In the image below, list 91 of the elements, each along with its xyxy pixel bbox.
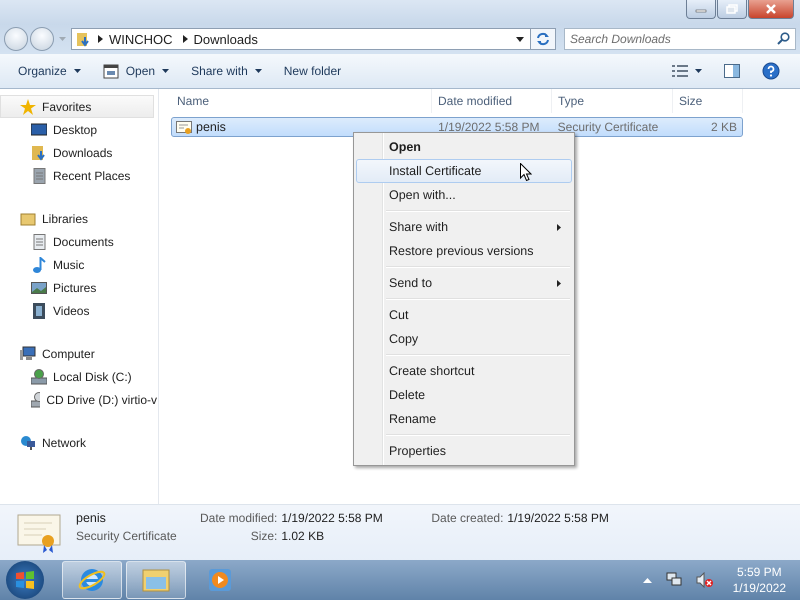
minimize-button[interactable] [686,0,716,19]
help-icon [762,62,780,80]
list-view-icon [672,65,688,77]
menu-item[interactable]: Open [356,135,572,159]
start-button[interactable] [6,561,44,599]
sidebar-item[interactable]: Videos [0,299,158,322]
table-cell-text: Security Certificate [556,120,660,134]
menu-item[interactable]: Cut [356,303,572,327]
table-cell-text: 2 KB [710,120,738,134]
drive-icon [31,392,40,408]
network-icon[interactable] [666,572,682,588]
file-type: Security Certificate [76,529,178,543]
chevron-up-icon[interactable] [642,578,652,582]
drive-icon [31,368,47,384]
property-label: Date created: [431,511,504,525]
submenu-arrow-icon [557,224,561,230]
sidebar-item[interactable]: Recent Places [0,164,158,187]
submenu-arrow-icon [557,280,561,286]
property-value: 1/19/2022 5:58 PM [281,511,384,525]
caret-icon[interactable] [516,36,524,42]
volume-muted-icon[interactable] [696,572,714,588]
property-label: Date modified: [200,511,278,525]
preview-pane-icon [724,64,740,78]
menu-item[interactable]: Open with... [356,183,572,207]
menu-item[interactable]: Create shortcut [356,359,572,383]
column-header[interactable]: Size [673,89,743,113]
column-header[interactable]: Type [552,89,673,113]
browser-icon[interactable] [62,561,122,599]
menu-item[interactable]: Copy [356,327,572,351]
menu-item[interactable]: Send to [356,271,572,295]
sidebar-item[interactable]: Network [0,431,158,454]
star-icon [20,98,36,114]
search-field[interactable]: Search Downloads [564,28,796,50]
sidebar-item[interactable]: Local Disk (C:) [0,365,158,388]
music-note-icon [31,256,47,272]
sidebar-item[interactable]: Downloads [0,141,158,164]
toolbar-button[interactable]: Share with [181,60,272,82]
caret-icon [695,69,702,73]
address-bar[interactable]: WINCHOC Downloads [71,28,531,50]
sidebar-item[interactable]: Music [0,253,158,276]
toolbar-button[interactable]: New folder [274,60,352,82]
toolbar-button[interactable]: Organize [8,60,91,82]
search-icon [777,32,790,45]
folder-icon [31,144,47,160]
column-header[interactable]: Date modified [432,89,552,113]
sidebar-item[interactable]: Documents [0,230,158,253]
image-icon [31,280,47,296]
breadcrumb[interactable]: WINCHOC [109,32,173,46]
close-icon [765,4,777,14]
sidebar-item[interactable]: CD Drive (D:) virtio-v [0,388,158,411]
refresh-button[interactable] [531,28,556,50]
document-icon [31,234,47,250]
menu-item[interactable]: Rename [356,407,572,431]
sidebar-item[interactable]: Desktop [0,118,158,141]
libraries-icon [20,210,36,226]
window-icon [102,63,119,79]
close-button[interactable] [748,0,794,19]
menu-item[interactable]: Delete [356,383,572,407]
certificate-icon [176,119,192,135]
chevron-icon[interactable] [98,35,103,43]
network-icon [20,434,36,450]
film-icon [31,302,47,318]
back-button[interactable] [4,27,28,51]
windows-logo [14,569,36,591]
breadcrumb[interactable]: Downloads [194,32,258,46]
mouse-cursor-icon [520,163,532,182]
refresh-icon [536,32,550,46]
forward-button[interactable] [30,27,54,51]
menu-item[interactable]: Properties [356,439,572,463]
document-icon [31,168,47,184]
sidebar-item[interactable]: Libraries [0,207,158,230]
restore-button[interactable] [717,0,747,19]
property-value: 1.02 KB [281,529,326,543]
sidebar-item[interactable]: Pictures [0,276,158,299]
table-cell-text: 1/19/2022 5:58 PM [437,120,540,134]
monitor-icon [31,122,47,138]
column-header[interactable]: Name [171,89,432,113]
open-button[interactable]: Open [92,59,180,83]
menu-item[interactable]: Install Certificate [356,159,572,183]
computer-icon [20,346,36,362]
file-name: penis [196,120,226,134]
restore-icon [726,4,738,14]
property-value: 1/19/2022 5:58 PM [507,511,610,525]
file-name: penis [76,511,107,525]
menu-item[interactable]: Restore previous versions [356,239,572,263]
chevron-icon[interactable] [182,35,188,43]
menu-item[interactable]: Share with [356,215,572,239]
property-label: Size: [250,529,278,543]
file-row[interactable]: penis 1/19/2022 5:58 PM Security Certificate 2 KB [171,117,743,137]
sidebar-item[interactable]: Computer [0,342,158,365]
sidebar-item[interactable]: Favorites [0,95,154,118]
